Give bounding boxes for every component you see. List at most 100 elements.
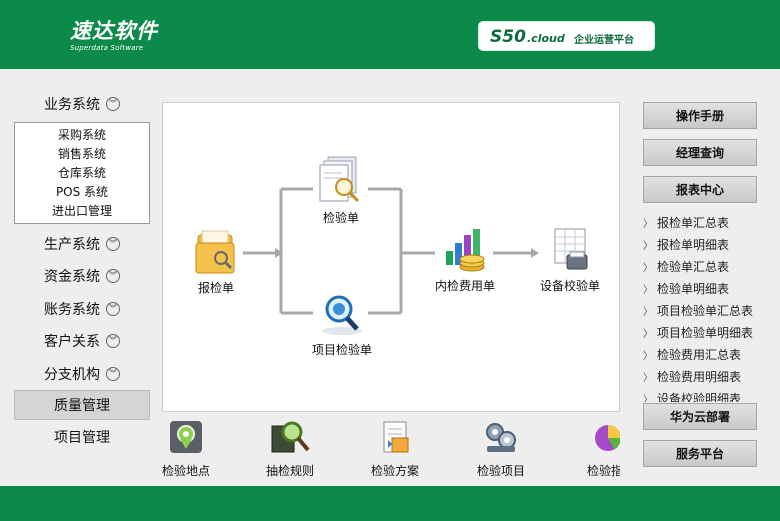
shortcut-inspection-location[interactable]: 检验地点 [160, 420, 221, 478]
report-label: 报检单汇总表 [657, 216, 730, 230]
shortcut-sampling-rules[interactable]: 抽检规则 [255, 420, 325, 478]
report-center-button[interactable]: 报表中心 [643, 176, 757, 203]
submenu-item-warehouse[interactable]: 仓库系统 [15, 164, 149, 183]
sidebar-item-branches[interactable]: 分支机构 ︾ [14, 360, 150, 388]
sidebar-item-quality[interactable]: 质量管理 [14, 390, 150, 420]
shortcut-label: 检验项目 [476, 464, 525, 478]
product-name: S50 [490, 27, 526, 47]
logo-subtitle: Superdata Software [70, 44, 144, 52]
shortcut-inspection-index[interactable]: 检验指 [570, 420, 620, 478]
report-label: 设备校验明细表 [657, 392, 742, 402]
huawei-cloud-button[interactable]: 华为云部署 [643, 403, 757, 430]
chevron-down-icon: ︾ [106, 367, 120, 381]
report-link[interactable]: 〉项目检验单明细表 [643, 322, 761, 344]
report-link[interactable]: 〉检验费用明细表 [643, 366, 761, 388]
chevron-right-icon: 〉 [643, 285, 653, 296]
magnifier-board-icon [271, 421, 310, 453]
chevron-down-icon: ︾ [106, 97, 120, 111]
report-link[interactable]: 〉检验费用汇总表 [643, 344, 761, 366]
flow-node-equipment-calibration[interactable]: 设备校验单 [537, 227, 603, 294]
report-link[interactable]: 〉项目检验单汇总表 [643, 300, 761, 322]
shortcut-inspection-items[interactable]: 检验项目 [466, 420, 536, 478]
chevron-down-icon: ︾ [106, 302, 120, 316]
sidebar-item-label: 生产系统 [44, 237, 100, 253]
submenu-item-purchase[interactable]: 采购系统 [15, 126, 149, 145]
node-label: 设备校验单 [539, 279, 600, 293]
report-label: 检验单明细表 [657, 282, 730, 296]
flow-node-inspection-order[interactable]: 检验单 [313, 155, 369, 226]
manual-button[interactable]: 操作手册 [643, 102, 757, 129]
folder-magnifier-icon [195, 230, 235, 274]
report-link[interactable]: 〉报检单汇总表 [643, 212, 761, 234]
flow-node-inspection-request[interactable]: 报检单 [191, 229, 241, 296]
sidebar-item-crm[interactable]: 客户关系 ︾ [14, 327, 150, 355]
flow-node-project-inspection[interactable]: 项目检验单 [309, 291, 375, 358]
product-badge: S50 .cloud 企业运营平台 [478, 21, 655, 51]
sidebar-item-label: 业务系统 [44, 97, 100, 113]
report-link[interactable]: 〉设备校验明细表 [643, 388, 761, 402]
business-submenu: 采购系统 销售系统 仓库系统 POS 系统 进出口管理 [14, 122, 150, 224]
sidebar-item-label: 客户关系 [44, 334, 100, 350]
chevron-down-icon: ︾ [106, 334, 120, 348]
shortcut-bar: 检验地点 抽检规则 检验方案 检验项目 检验指 [160, 420, 620, 478]
chevron-right-icon: 〉 [643, 373, 653, 384]
sidebar-item-label: 账务系统 [44, 302, 100, 318]
report-link[interactable]: 〉检验单汇总表 [643, 256, 761, 278]
documents-magnifier-icon [319, 156, 360, 203]
shortcut-label: 检验地点 [161, 464, 210, 478]
sidebar-item-projects[interactable]: 项目管理 [14, 423, 150, 451]
flow-panel: 报检单 检验单 项目检验单 内检费用单 设备校验单 [162, 102, 620, 412]
chart-coins-icon [446, 229, 485, 272]
sidebar-item-accounting[interactable]: 账务系统 ︾ [14, 295, 150, 323]
blue-magnifier-icon [322, 295, 362, 335]
submenu-item-import-export[interactable]: 进出口管理 [15, 202, 149, 221]
node-label: 检验单 [322, 211, 359, 225]
chevron-right-icon: 〉 [643, 241, 653, 252]
logo: 速达软件 Superdata Software [70, 18, 158, 53]
chevron-right-icon: 〉 [643, 329, 653, 340]
spreadsheet-printer-icon [554, 228, 588, 270]
logo-title: 速达软件 [70, 18, 158, 43]
chevron-right-icon: 〉 [643, 307, 653, 318]
report-label: 项目检验单明细表 [657, 326, 754, 340]
manager-query-button[interactable]: 经理查询 [643, 139, 757, 166]
service-platform-button[interactable]: 服务平台 [643, 440, 757, 467]
submenu-item-sales[interactable]: 销售系统 [15, 145, 149, 164]
report-link[interactable]: 〉报检单明细表 [643, 234, 761, 256]
product-suffix: .cloud [527, 32, 565, 45]
map-pin-icon [170, 421, 202, 453]
shortcut-label: 抽检规则 [265, 464, 314, 478]
sidebar-item-business[interactable]: 业务系统 ︾ [14, 90, 150, 118]
report-label: 检验费用明细表 [657, 370, 742, 384]
sidebar-item-label: 质量管理 [54, 398, 110, 414]
node-label: 项目检验单 [311, 343, 372, 357]
node-label: 报检单 [197, 281, 234, 295]
report-label: 检验单汇总表 [657, 260, 730, 274]
app-footer [0, 486, 780, 521]
chevron-down-icon: ︾ [106, 269, 120, 283]
submenu-item-pos[interactable]: POS 系统 [15, 183, 149, 202]
shortcut-inspection-plan[interactable]: 检验方案 [360, 420, 430, 478]
sidebar-item-label: 项目管理 [54, 430, 110, 446]
gears-icon [486, 423, 516, 452]
product-tagline: 企业运营平台 [574, 35, 634, 46]
report-label: 报检单明细表 [657, 238, 730, 252]
report-list: 〉报检单汇总表 〉报检单明细表 〉检验单汇总表 〉检验单明细表 〉项目检验单汇总… [643, 212, 761, 402]
sidebar-item-funds[interactable]: 资金系统 ︾ [14, 262, 150, 290]
document-plan-icon [383, 421, 409, 453]
shortcut-label: 检验指 [586, 464, 620, 478]
chevron-down-icon: ︾ [106, 237, 120, 251]
report-link[interactable]: 〉检验单明细表 [643, 278, 761, 300]
shortcut-label: 检验方案 [370, 464, 419, 478]
report-label: 检验费用汇总表 [657, 348, 742, 362]
chevron-right-icon: 〉 [643, 395, 653, 402]
sidebar-item-label: 资金系统 [44, 269, 100, 285]
chevron-right-icon: 〉 [643, 219, 653, 230]
chevron-right-icon: 〉 [643, 263, 653, 274]
flow-node-internal-cost[interactable]: 内检费用单 [433, 225, 497, 294]
sidebar-item-production[interactable]: 生产系统 ︾ [14, 230, 150, 258]
report-label: 项目检验单汇总表 [657, 304, 754, 318]
node-label: 内检费用单 [434, 279, 495, 293]
app-header: 速达软件 Superdata Software S50 .cloud 企业运营平… [0, 0, 780, 69]
chevron-right-icon: 〉 [643, 351, 653, 362]
